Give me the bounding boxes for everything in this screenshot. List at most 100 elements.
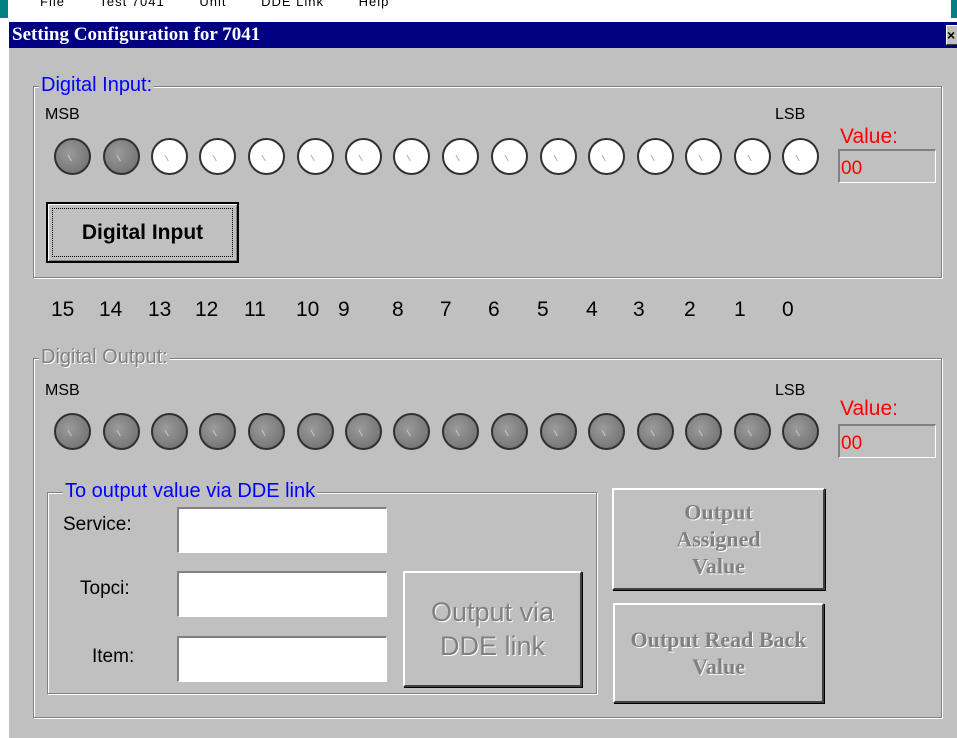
do-led-bit-6 [491, 413, 528, 450]
led-glint [553, 153, 560, 162]
led-glint [67, 153, 74, 162]
do-led-bit-2 [685, 413, 722, 450]
do-led-bit-5 [540, 413, 577, 450]
do-led-bit-15 [54, 413, 91, 450]
led-glint [406, 428, 413, 437]
bit-number-label: 1 [734, 298, 746, 321]
dde-group-title: To output value via DDE link [63, 479, 318, 503]
do-led-bit-10 [297, 413, 334, 450]
output-via-dde-button[interactable]: Output via DDE link [403, 571, 582, 687]
bit-number-label: 14 [99, 298, 123, 321]
led-glint [116, 153, 123, 162]
led-glint [358, 153, 365, 162]
service-field[interactable] [177, 507, 387, 553]
led-glint [455, 153, 462, 162]
parent-menu-item[interactable]: Test 7041 [99, 0, 164, 9]
led-glint [67, 428, 74, 437]
parent-menu-bar[interactable]: File Test 7041 Unit DDE Link Help [40, 0, 419, 9]
item-label: Item: [92, 646, 135, 667]
led-glint [650, 428, 657, 437]
output-via-dde-label: Output via DDE link [430, 597, 555, 661]
parent-menu-item[interactable]: DDE Link [261, 0, 324, 9]
do-led-bit-9 [345, 413, 382, 450]
di-led-bit-4 [588, 138, 625, 175]
di-led-bit-0 [782, 138, 819, 175]
led-glint [601, 153, 608, 162]
title-bar[interactable]: Setting Configuration for 7041 × [9, 22, 957, 48]
di-led-bit-11 [248, 138, 285, 175]
led-glint [747, 153, 754, 162]
di-led-bit-6 [491, 138, 528, 175]
item-field[interactable] [177, 636, 387, 682]
bit-number-label: 8 [392, 298, 404, 321]
led-glint [795, 153, 802, 162]
do-led-bit-13 [151, 413, 188, 450]
led-glint [601, 428, 608, 437]
led-glint [212, 428, 219, 437]
bit-number-label: 10 [296, 298, 320, 321]
di-led-bit-1 [734, 138, 771, 175]
di-value-label: Value: [840, 125, 898, 148]
led-glint [406, 153, 413, 162]
led-glint [504, 153, 511, 162]
parent-menu-item[interactable]: Help [359, 0, 390, 9]
led-glint [553, 428, 560, 437]
bit-number-label: 13 [148, 298, 172, 321]
do-lsb-label: LSB [775, 382, 806, 399]
led-glint [310, 428, 317, 437]
bit-number-label: 9 [338, 298, 350, 321]
parent-menu-item[interactable]: File [40, 0, 65, 9]
bit-number-label: 12 [195, 298, 219, 321]
output-read-back-value-label: Output Read Back Value [630, 627, 807, 679]
di-led-bit-15 [54, 138, 91, 175]
window-title: Setting Configuration for 7041 [12, 24, 261, 45]
di-led-bit-9 [345, 138, 382, 175]
bit-number-label: 4 [586, 298, 598, 321]
di-value-text: 00 [841, 158, 863, 179]
led-glint [212, 153, 219, 162]
parent-window-strip: File Test 7041 Unit DDE Link Help [0, 0, 957, 22]
do-led-bit-0 [782, 413, 819, 450]
di-led-bit-3 [637, 138, 674, 175]
bit-number-label: 11 [244, 298, 266, 321]
do-value-text: 00 [841, 433, 863, 454]
led-glint [650, 153, 657, 162]
parent-menu-item[interactable]: Unit [199, 0, 226, 9]
led-glint [795, 428, 802, 437]
do-led-bit-8 [393, 413, 430, 450]
led-glint [358, 428, 365, 437]
di-lsb-label: LSB [775, 106, 806, 123]
output-read-back-value-button[interactable]: Output Read Back Value [613, 603, 824, 703]
led-glint [698, 428, 705, 437]
do-value-label: Value: [840, 397, 898, 420]
di-led-bit-14 [103, 138, 140, 175]
close-button[interactable]: × [946, 25, 957, 45]
output-assigned-value-button[interactable]: Output Assigned Value [612, 488, 825, 590]
di-led-bit-5 [540, 138, 577, 175]
digital-input-title: Digital Input: [39, 73, 155, 97]
bit-number-label: 15 [51, 298, 75, 321]
digital-input-button-label: Digital Input [81, 220, 204, 244]
led-glint [455, 428, 462, 437]
service-label: Service: [63, 514, 132, 535]
led-glint [164, 153, 171, 162]
di-value-display: 00 [838, 149, 936, 183]
bit-number-label: 5 [537, 298, 549, 321]
led-glint [747, 428, 754, 437]
digital-input-button[interactable]: Digital Input [46, 202, 239, 263]
di-msb-label: MSB [45, 106, 80, 123]
do-led-bit-4 [588, 413, 625, 450]
do-msb-label: MSB [45, 382, 80, 399]
parent-window-edge-right [951, 0, 957, 18]
topic-field[interactable] [177, 571, 387, 617]
led-glint [164, 428, 171, 437]
digital-output-title: Digital Output: [39, 345, 170, 369]
do-led-bit-11 [248, 413, 285, 450]
bit-number-label: 6 [488, 298, 500, 321]
di-led-bit-7 [442, 138, 479, 175]
parent-window-edge-left [0, 0, 8, 18]
led-glint [261, 153, 268, 162]
di-led-bit-13 [151, 138, 188, 175]
led-glint [504, 428, 511, 437]
di-led-bit-12 [199, 138, 236, 175]
